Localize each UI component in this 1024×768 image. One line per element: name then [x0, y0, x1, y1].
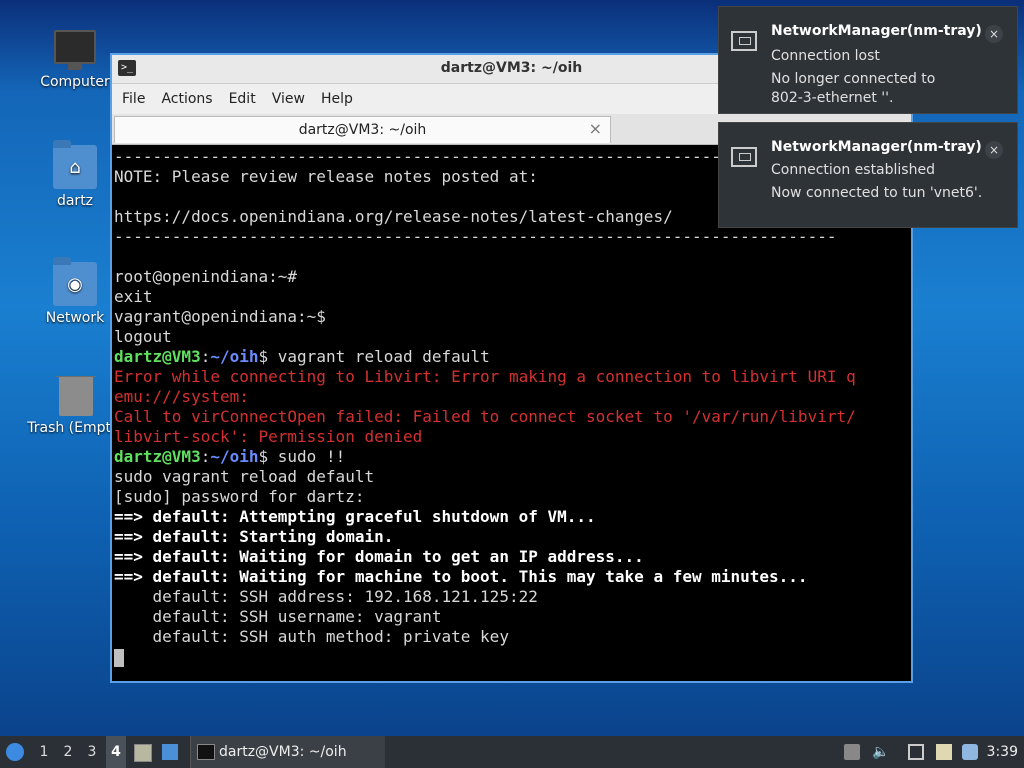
notification-body: Now connected to tun 'vnet6'. [771, 185, 983, 201]
volume-icon[interactable]: 🔈 [872, 744, 889, 760]
terminal-line: ----------------------------------------… [114, 227, 911, 247]
terminal-line: ==> default: Waiting for domain to get a… [114, 547, 911, 567]
terminal-cursor [114, 648, 124, 667]
updates-icon[interactable] [844, 744, 860, 760]
terminal-line: default: SSH address: 192.168.121.125:22 [114, 587, 911, 607]
terminal-text: : [200, 447, 211, 466]
terminal-line: ==> default: Starting domain. [114, 527, 911, 547]
terminal-line: sudo vagrant reload default [114, 467, 911, 487]
terminal-text: root@openindiana:~# [114, 267, 298, 286]
notification-summary: Connection lost [771, 48, 880, 64]
show-desktop-icon[interactable] [162, 744, 178, 760]
notification-body: No longer connected to [771, 71, 936, 87]
menu-edit[interactable]: Edit [227, 91, 266, 107]
terminal-text: dartz@VM3 [114, 447, 201, 466]
workspace-3[interactable]: 3 [82, 736, 102, 768]
terminal-text: [sudo] password for dartz: [114, 487, 365, 506]
terminal-text: ==> default: Starting domain. [114, 527, 394, 546]
network-folder-icon: ◉ [53, 257, 97, 306]
terminal-line: libvirt-sock': Permission denied [114, 427, 911, 447]
terminal-text: $ vagrant reload default [258, 347, 490, 366]
terminal-text: exit [114, 287, 153, 306]
tab-close-icon[interactable]: × [589, 119, 602, 138]
close-icon[interactable]: × [985, 25, 1003, 43]
file-manager-icon[interactable] [134, 744, 152, 762]
terminal-text: NOTE: Please review release notes posted… [114, 167, 538, 186]
notification-tray-icon[interactable] [962, 744, 978, 760]
home-folder-icon: ⌂ [53, 140, 97, 189]
taskbar: 1 2 3 4 dartz@VM3: ~/oih 🔈 3:39 [0, 736, 1024, 768]
desktop-icon-home[interactable]: ⌂ dartz [30, 140, 120, 209]
terminal-text: Call to virConnectOpen failed: Failed to… [114, 407, 856, 426]
desktop-icon-network[interactable]: ◉ Network [30, 257, 120, 326]
desktop-icon-label: dartz [56, 193, 94, 209]
notification-connection-lost[interactable]: NetworkManager(nm-tray) × Connection los… [718, 6, 1018, 114]
terminal-text: default: SSH address: 192.168.121.125:22 [114, 587, 538, 606]
network-icon [731, 31, 757, 51]
desktop-icon-label: Computer [40, 74, 110, 90]
menu-view[interactable]: View [270, 91, 315, 107]
network-icon [731, 147, 757, 167]
start-menu-icon[interactable] [6, 743, 24, 761]
terminal-text: default: SSH auth method: private key [114, 627, 509, 646]
terminal-line: emu:///system: [114, 387, 911, 407]
terminal-text: emu:///system: [114, 387, 249, 406]
terminal-text: ----------------------------------------… [114, 227, 837, 246]
terminal-line: exit [114, 287, 911, 307]
terminal-text: ==> default: Waiting for domain to get a… [114, 547, 644, 566]
notification-body: 802-3-ethernet ''. [771, 90, 894, 106]
terminal-tab[interactable]: dartz@VM3: ~/oih × [114, 116, 611, 143]
terminal-text: Error while connecting to Libvirt: Error… [114, 367, 856, 386]
taskbar-item-label: dartz@VM3: ~/oih [219, 744, 347, 760]
terminal-line: vagrant@openindiana:~$ [114, 307, 911, 327]
terminal-text: https://docs.openindiana.org/release-not… [114, 207, 673, 226]
terminal-text: vagrant@openindiana:~$ [114, 307, 326, 326]
terminal-line: dartz@VM3:~/oih$ sudo !! [114, 447, 911, 467]
terminal-text: default: SSH username: vagrant [114, 607, 442, 626]
menu-actions[interactable]: Actions [159, 91, 222, 107]
workspace-4[interactable]: 4 [106, 736, 126, 768]
terminal-line: ==> default: Waiting for machine to boot… [114, 567, 911, 587]
computer-icon [54, 30, 96, 70]
terminal-line: dartz@VM3:~/oih$ vagrant reload default [114, 347, 911, 367]
tab-label: dartz@VM3: ~/oih [298, 122, 427, 138]
clipboard-icon[interactable] [936, 744, 952, 760]
terminal-text: $ sudo !! [258, 447, 346, 466]
terminal-line: Call to virConnectOpen failed: Failed to… [114, 407, 911, 427]
terminal-line: logout [114, 327, 911, 347]
terminal-text: logout [114, 327, 172, 346]
terminal-text: : [200, 347, 211, 366]
trash-icon [56, 376, 96, 416]
taskbar-item-terminal[interactable]: dartz@VM3: ~/oih [190, 736, 385, 768]
notification-title: NetworkManager(nm-tray) [771, 139, 982, 155]
notification-summary: Connection established [771, 162, 935, 178]
workspace-1[interactable]: 1 [34, 736, 54, 768]
terminal-cursor-line [114, 647, 911, 667]
clock[interactable]: 3:39 [987, 736, 1018, 768]
terminal-line: root@openindiana:~# [114, 267, 911, 287]
terminal-text: dartz@VM3 [114, 347, 201, 366]
terminal-line: [sudo] password for dartz: [114, 487, 911, 507]
desktop-icon-label: Network [45, 310, 105, 326]
menu-help[interactable]: Help [319, 91, 363, 107]
terminal-line: default: SSH username: vagrant [114, 607, 911, 627]
terminal-line: Error while connecting to Libvirt: Error… [114, 367, 911, 387]
terminal-text: ~/oih [210, 347, 259, 366]
terminal-icon [197, 744, 215, 760]
desktop-icon-computer[interactable]: Computer [30, 24, 120, 90]
network-tray-icon[interactable] [908, 744, 924, 760]
close-icon[interactable]: × [985, 141, 1003, 159]
menu-file[interactable]: File [120, 91, 155, 107]
terminal-text: ==> default: Waiting for machine to boot… [114, 567, 808, 586]
terminal-text: ~/oih [210, 447, 259, 466]
terminal-text: libvirt-sock': Permission denied [114, 427, 423, 446]
terminal-line: ==> default: Attempting graceful shutdow… [114, 507, 911, 527]
terminal-text: ==> default: Attempting graceful shutdow… [114, 507, 596, 526]
terminal-text: sudo vagrant reload default [114, 467, 375, 486]
terminal-line: default: SSH auth method: private key [114, 627, 911, 647]
notification-title: NetworkManager(nm-tray) [771, 23, 982, 39]
notification-connection-established[interactable]: NetworkManager(nm-tray) × Connection est… [718, 122, 1018, 228]
workspace-2[interactable]: 2 [58, 736, 78, 768]
